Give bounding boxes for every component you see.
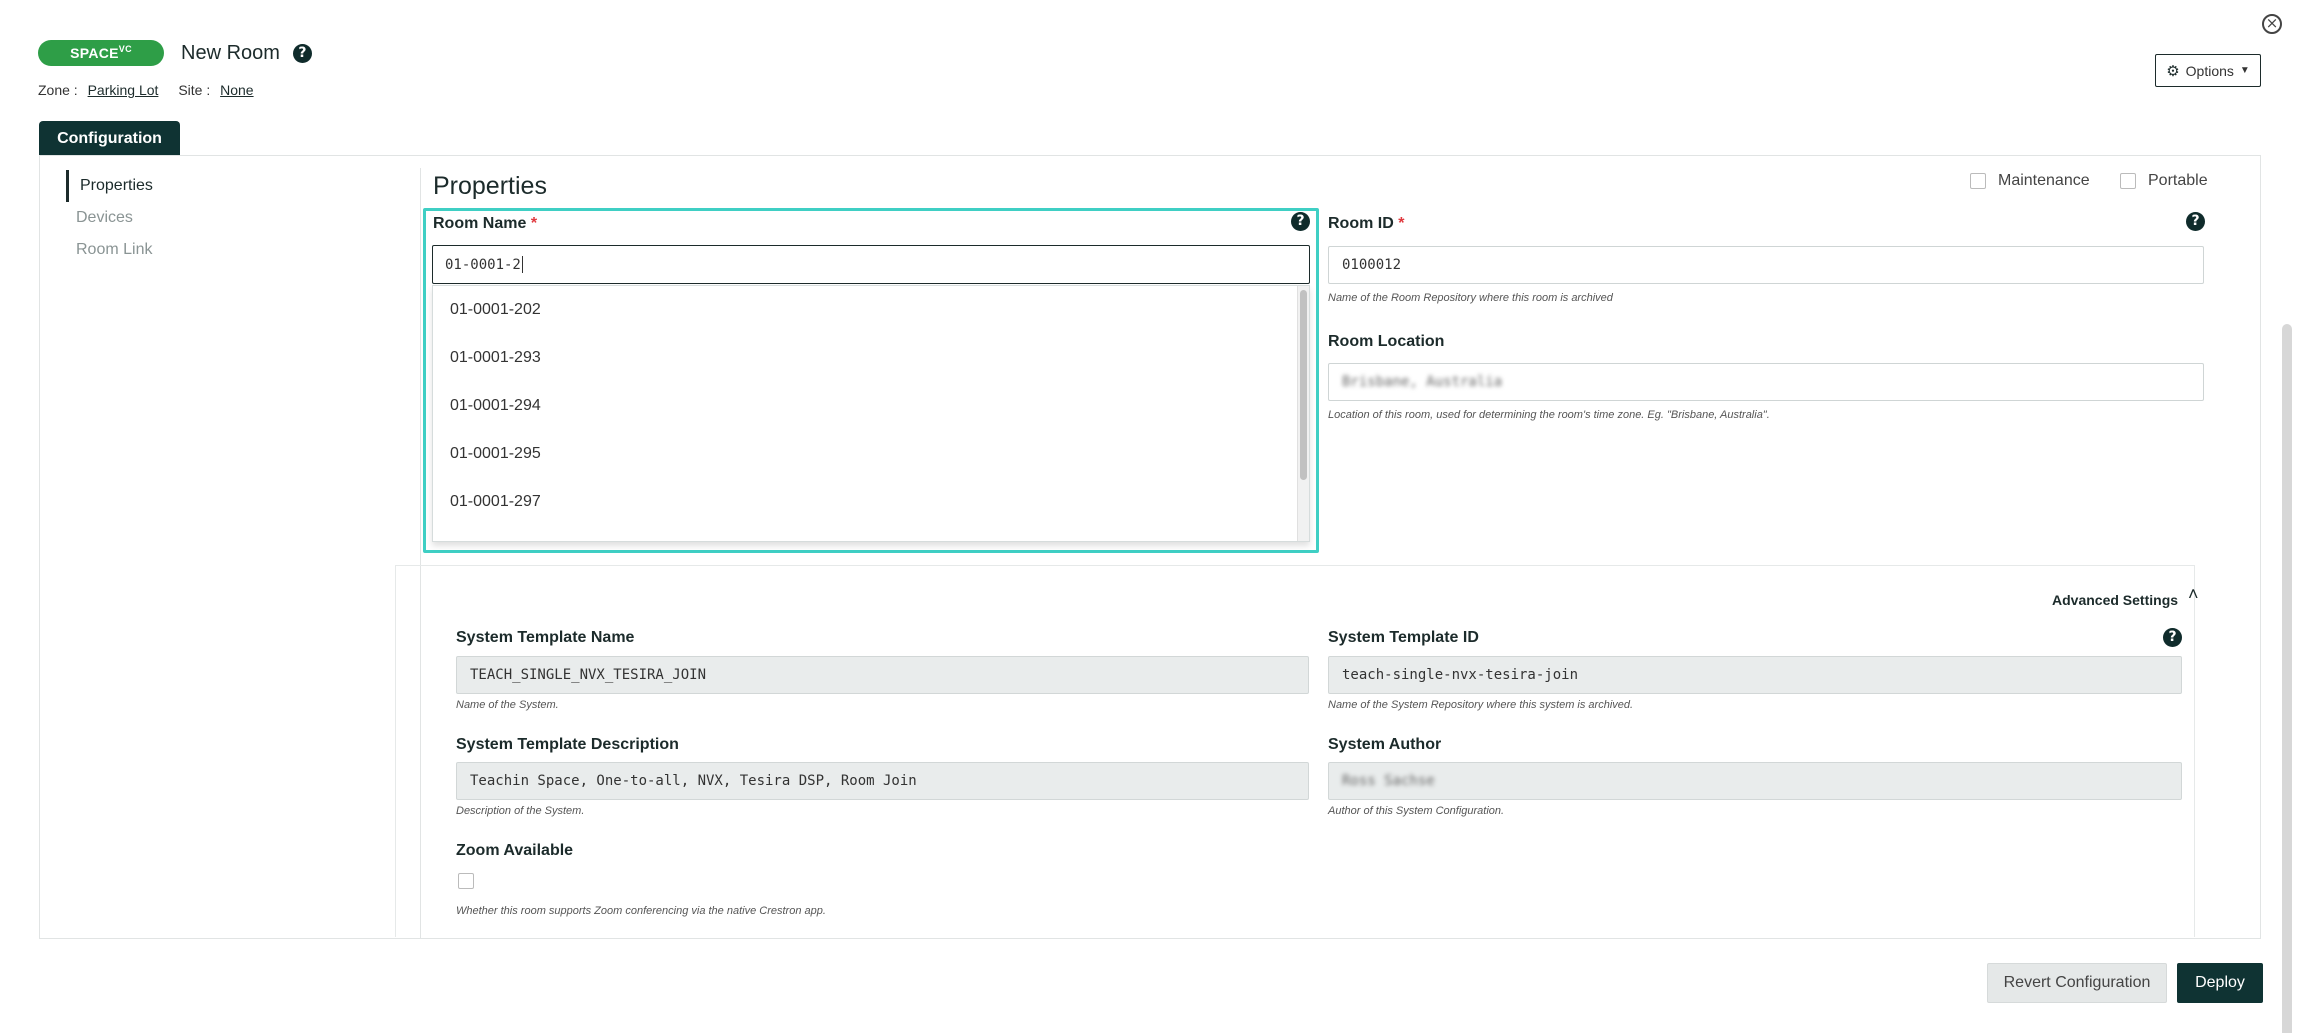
system-author-hint: Author of this System Configuration. (1328, 805, 1505, 817)
system-template-description-hint: Description of the System. (456, 805, 585, 817)
room-id-hint: Name of the Room Repository where this r… (1328, 292, 1613, 304)
room-name-label: Room Name * (433, 215, 538, 232)
caret-down-icon: ▼ (2239, 65, 2250, 76)
room-name-input[interactable]: 01-0001-2 (432, 245, 1310, 284)
zoom-available-label: Zoom Available (456, 842, 574, 859)
scrollbar-thumb[interactable] (1300, 290, 1307, 480)
sidebar-item-room-link[interactable]: Room Link (66, 234, 153, 266)
deploy-button[interactable]: Deploy (2177, 963, 2263, 1003)
sidebar-item-properties[interactable]: Properties (66, 170, 153, 202)
maintenance-label: Maintenance (1998, 172, 2090, 189)
section-title: Properties (433, 172, 547, 200)
maintenance-toggle[interactable]: Maintenance (1970, 172, 2090, 190)
gear-icon: ⚙ (2166, 62, 2180, 80)
advanced-settings-title[interactable]: Advanced Settings (2052, 592, 2178, 608)
suggestion-item[interactable]: 01-0001-293 (433, 334, 1309, 382)
system-author-input: Ross Sachse (1328, 762, 2182, 800)
system-author-label: System Author (1328, 736, 1442, 753)
system-template-description-input: Teachin Space, One-to-all, NVX, Tesira D… (456, 762, 1309, 800)
options-label: Options (2185, 62, 2234, 79)
sidebar: Properties Devices Room Link (66, 170, 153, 266)
portable-toggle[interactable]: Portable (2120, 172, 2208, 190)
zoom-available-checkbox[interactable] (458, 873, 474, 889)
options-button[interactable]: ⚙ Options ▼ (2155, 54, 2261, 87)
system-template-name-label: System Template Name (456, 629, 635, 646)
revert-configuration-button[interactable]: Revert Configuration (1987, 963, 2167, 1003)
room-location-hint: Location of this room, used for determin… (1328, 409, 1770, 421)
scrollbar[interactable] (2282, 324, 2292, 1033)
room-name-help-icon[interactable]: ? (1291, 212, 1310, 231)
chevron-up-icon[interactable]: ˄ (2188, 584, 2199, 605)
site-label: Site : (178, 82, 211, 98)
breadcrumb: Zone : Parking Lot Site : None (38, 82, 270, 98)
help-icon[interactable]: ? (292, 43, 312, 63)
zone-link[interactable]: Parking Lot (88, 82, 159, 98)
system-template-id-input: teach-single-nvx-tesira-join (1328, 656, 2182, 694)
portable-label: Portable (2148, 172, 2208, 189)
suggestions-scrollbar[interactable] (1297, 286, 1309, 541)
portable-checkbox[interactable] (2120, 173, 2136, 189)
system-template-description-label: System Template Description (456, 736, 679, 753)
room-id-label: Room ID * (1328, 215, 1405, 232)
room-id-input[interactable]: 0100012 (1328, 246, 2204, 284)
system-template-name-input: TEACH_SINGLE_NVX_TESIRA_JOIN (456, 656, 1309, 694)
zone-label: Zone : (38, 82, 78, 98)
spacevc-logo: SPACE VC (38, 40, 164, 66)
system-template-id-hint: Name of the System Repository where this… (1328, 699, 1634, 711)
system-template-id-label: System Template ID (1328, 629, 1479, 646)
zoom-available-hint: Whether this room supports Zoom conferen… (456, 905, 826, 917)
room-name-suggestions: 01-0001-202 01-0001-293 01-0001-294 01-0… (432, 285, 1310, 542)
tab-configuration[interactable]: Configuration (39, 121, 180, 156)
close-icon[interactable]: × (2262, 14, 2282, 34)
suggestion-item[interactable]: 01-0001-202 (433, 286, 1309, 334)
system-template-id-help-icon[interactable]: ? (2163, 628, 2182, 647)
suggestion-item[interactable]: 01-0001-294 (433, 382, 1309, 430)
room-id-help-icon[interactable]: ? (2186, 212, 2205, 231)
suggestion-item[interactable]: 01-0001-295 (433, 430, 1309, 478)
maintenance-checkbox[interactable] (1970, 173, 1986, 189)
header: SPACE VC New Room ? (38, 40, 312, 66)
text-cursor (521, 256, 523, 273)
sidebar-item-devices[interactable]: Devices (66, 202, 153, 234)
suggestion-item[interactable]: 01-0001-297 (433, 478, 1309, 526)
room-location-label: Room Location (1328, 333, 1445, 350)
page-title: New Room (181, 41, 280, 64)
site-link[interactable]: None (220, 82, 253, 98)
system-template-name-hint: Name of the System. (456, 699, 559, 711)
room-location-input[interactable]: Brisbane, Australia (1328, 363, 2204, 401)
